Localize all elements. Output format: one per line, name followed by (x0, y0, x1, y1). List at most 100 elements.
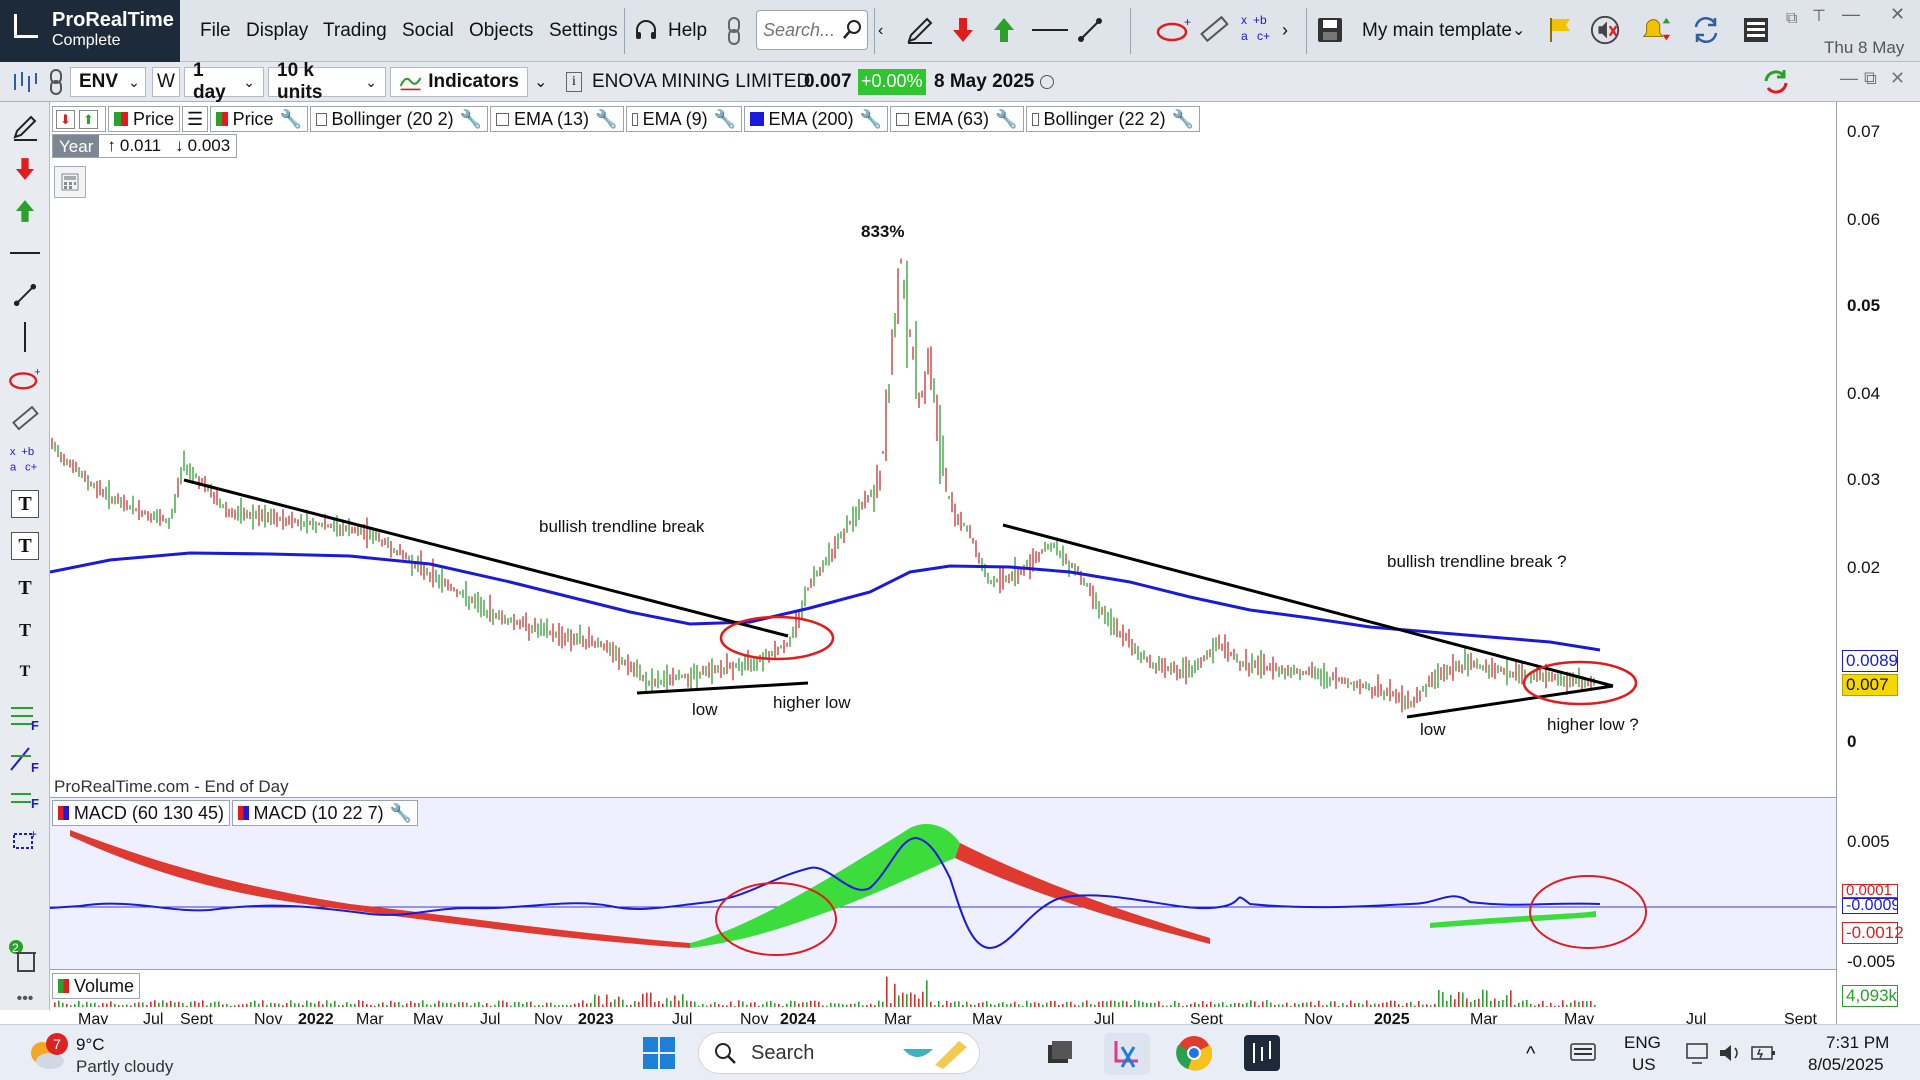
units-dropdown[interactable]: 10 k units ⌄ (268, 60, 386, 103)
fibonacci-fan-icon[interactable]: F (6, 742, 44, 776)
checkbox-icon[interactable] (1032, 112, 1039, 126)
taskbar-date[interactable]: 8/05/2025 (1808, 1055, 1884, 1075)
sync-icon[interactable] (1690, 14, 1722, 46)
task-view-icon[interactable] (1044, 1037, 1076, 1069)
text-formula-icon[interactable]: x +b a c+ (1238, 12, 1276, 44)
downtrend-line-1[interactable] (183, 478, 789, 638)
expand-right-icon[interactable]: › (1282, 20, 1288, 41)
collapse-left-icon[interactable]: ‹ (878, 22, 883, 40)
info-icon[interactable]: i (566, 72, 582, 92)
wrench-icon[interactable]: 🔧 (860, 109, 882, 130)
taskbar-time[interactable]: 7:31 PM (1826, 1033, 1889, 1053)
buy-arrow-icon[interactable] (988, 14, 1020, 46)
menu-objects[interactable]: Objects (469, 20, 533, 42)
weather-icon[interactable]: 7 (24, 1033, 70, 1073)
checkbox-icon[interactable] (496, 112, 509, 126)
close-icon[interactable]: ✕ (1890, 4, 1905, 25)
restore-window-icon[interactable]: ⧉ (1786, 10, 1797, 28)
volume-panel[interactable] (50, 969, 1836, 1008)
indicators-button[interactable]: Indicators (390, 67, 528, 97)
formula-tool-icon[interactable]: x +b a c+ (6, 442, 44, 476)
wrench-icon[interactable]: 🔧 (714, 109, 736, 130)
support-line-2[interactable] (1406, 684, 1614, 719)
chart-minimize-icon[interactable]: — (1840, 68, 1858, 89)
chrome-icon[interactable] (1176, 1035, 1212, 1071)
menu-social[interactable]: Social (402, 20, 454, 42)
legend-macd-1[interactable]: MACD (60 130 45) (52, 800, 230, 826)
breakout-circle-1[interactable] (719, 615, 835, 661)
menu-help[interactable]: Help (668, 20, 707, 42)
move-down-icon[interactable]: ⬇ (56, 109, 75, 129)
calculator-icon[interactable] (54, 166, 86, 198)
legend-ema-9[interactable]: EMA (9) 🔧 (626, 106, 742, 132)
rectangle-tool-icon[interactable]: + (6, 824, 44, 858)
tray-chevron-up-icon[interactable]: ^ (1526, 1043, 1535, 1066)
ticker-dropdown[interactable]: ENV ⌄ (70, 67, 146, 97)
sound-muted-icon[interactable] (1590, 14, 1622, 46)
chart-close-icon[interactable]: ✕ (1890, 68, 1905, 89)
sell-arrow-tool-icon[interactable] (8, 152, 42, 186)
chart-type-icon[interactable] (6, 67, 46, 97)
search-input[interactable] (763, 19, 841, 41)
link-icon[interactable] (718, 15, 750, 47)
horizontal-line-tool-icon[interactable] (8, 236, 42, 270)
wrench-icon[interactable]: 🔧 (995, 109, 1017, 130)
legend-bollinger-2[interactable]: Bollinger (22 2) 🔧 (1026, 106, 1200, 132)
legend-price-1[interactable]: Price (108, 106, 180, 132)
pencil-tool-icon[interactable] (8, 110, 42, 144)
vertical-line-tool-icon[interactable] (8, 320, 42, 354)
text-box-tool-icon[interactable]: T (11, 490, 39, 518)
fibonacci-time-icon[interactable]: F (6, 784, 44, 818)
sell-arrow-icon[interactable] (947, 14, 979, 46)
checkbox-icon[interactable] (316, 112, 327, 126)
ruler-tool-icon[interactable] (8, 402, 42, 436)
trendline-icon[interactable] (1074, 14, 1106, 46)
text-small-tool-icon[interactable]: T (11, 616, 39, 644)
search-box[interactable] (756, 10, 868, 50)
headset-icon[interactable] (630, 15, 662, 47)
language-code[interactable]: ENG (1624, 1033, 1661, 1053)
template-label[interactable]: My main template (1362, 20, 1512, 42)
legend-ema-63[interactable]: EMA (63) 🔧 (890, 106, 1024, 132)
support-line-1[interactable] (636, 681, 809, 695)
delete-drawings-icon[interactable]: 2 (6, 938, 44, 976)
ruler-icon[interactable] (1198, 14, 1230, 46)
indicators-chevron-down-icon[interactable]: ⌄ (534, 72, 547, 92)
minimize-icon[interactable]: — (1842, 4, 1860, 25)
flag-icon[interactable] (1544, 14, 1576, 46)
text-tiny-tool-icon[interactable]: T (11, 658, 39, 686)
refresh-chart-icon[interactable] (1760, 66, 1792, 98)
macd-circle-1[interactable] (715, 882, 837, 956)
macd-circle-2[interactable] (1529, 875, 1647, 949)
move-up-icon[interactable]: ⬆ (79, 109, 98, 129)
search-icon[interactable] (841, 19, 863, 41)
windows-start-icon[interactable] (642, 1036, 676, 1070)
wrench-icon[interactable]: 🔧 (1172, 109, 1194, 130)
save-template-icon[interactable] (1314, 14, 1346, 46)
weekly-button[interactable]: W (152, 67, 180, 97)
text-tool-icon[interactable]: T (11, 574, 39, 602)
snipping-tool-icon[interactable] (1104, 1033, 1150, 1075)
region-code[interactable]: US (1632, 1055, 1656, 1075)
taskbar-search[interactable]: Search (698, 1032, 980, 1074)
legend-ema-200[interactable]: EMA (200) 🔧 (744, 106, 888, 132)
legend-ema-13[interactable]: EMA (13) 🔧 (490, 106, 624, 132)
menu-settings[interactable]: Settings (549, 20, 618, 42)
ellipse-tool-icon[interactable]: + (1154, 14, 1194, 46)
volume-icon[interactable] (1718, 1041, 1744, 1065)
menu-trading[interactable]: Trading (323, 20, 387, 42)
wrench-icon[interactable]: 🔧 (460, 109, 482, 130)
template-chevron-down-icon[interactable]: ⌄ (1512, 20, 1525, 40)
checkbox-icon[interactable] (896, 112, 909, 126)
chain-link-icon[interactable] (44, 67, 68, 97)
menu-display[interactable]: Display (246, 20, 308, 42)
price-chart[interactable]: 833% bullish trendline break bullish tre… (50, 102, 1836, 796)
legend-price-2[interactable]: Price 🔧 (210, 106, 308, 132)
keyboard-tray-icon[interactable] (1570, 1041, 1596, 1063)
checkbox-icon[interactable] (632, 112, 638, 126)
text-frame-tool-icon[interactable]: T (11, 532, 39, 560)
more-tools-icon[interactable]: ••• (8, 990, 42, 1007)
battery-icon[interactable] (1750, 1041, 1778, 1065)
network-icon[interactable] (1686, 1041, 1712, 1065)
timeframe-dropdown[interactable]: 1 day ⌄ (184, 60, 264, 103)
